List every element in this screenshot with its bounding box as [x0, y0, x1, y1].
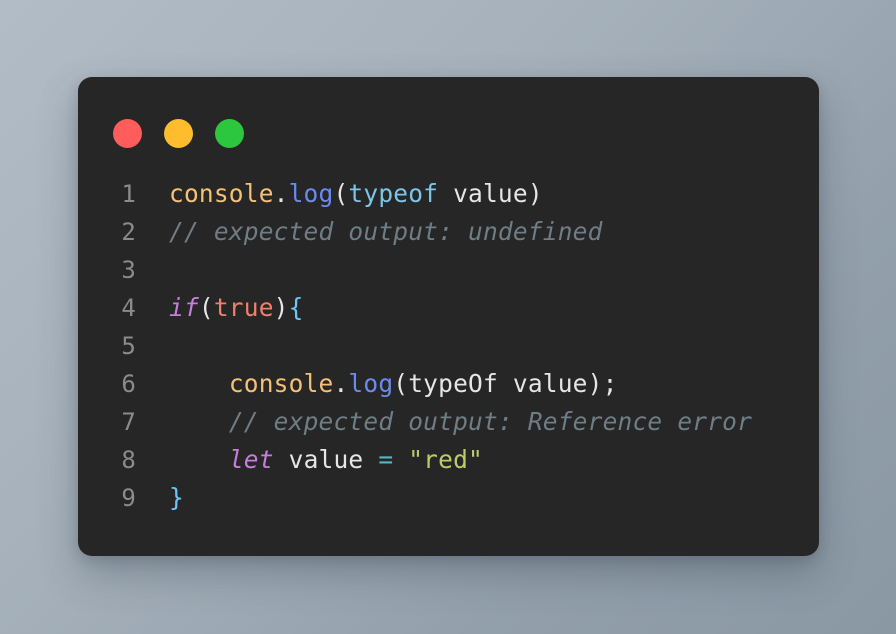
code-token: value: [273, 445, 379, 474]
minimize-window-button[interactable]: [164, 119, 193, 148]
code-editor-body[interactable]: 1 console.log(typeof value) 2// expected o…: [78, 175, 819, 517]
line-content: if(true){: [136, 289, 304, 327]
code-token: =: [378, 445, 394, 474]
code-token: ): [527, 179, 543, 208]
code-line[interactable]: 4 if(true){: [78, 289, 819, 327]
code-line[interactable]: 2 // expected output: undefined: [78, 213, 819, 251]
line-number: 2: [121, 218, 136, 246]
code-token: "red": [408, 445, 483, 474]
code-token: (: [333, 179, 349, 208]
line-number: 7: [121, 408, 136, 436]
code-token: typeof: [348, 179, 439, 208]
code-token: (: [198, 293, 214, 322]
line-number: 1: [121, 180, 136, 208]
code-token: log: [348, 369, 394, 398]
line-content: console.log(typeof value): [136, 175, 543, 213]
code-token: }: [169, 483, 184, 512]
code-line[interactable]: 9}: [78, 479, 819, 517]
line-number: 6: [121, 370, 136, 398]
maximize-window-button[interactable]: [215, 119, 244, 148]
code-token: log: [288, 179, 334, 208]
code-token: value: [438, 179, 528, 208]
code-token: // expected output: undefined: [169, 217, 603, 246]
line-number: 3: [121, 256, 136, 284]
code-line[interactable]: 7 // expected output: Reference error: [78, 403, 819, 441]
code-token: true: [213, 293, 274, 322]
code-token: ): [273, 293, 289, 322]
code-token: console: [228, 369, 334, 398]
code-line[interactable]: 8 let value = "red": [78, 441, 819, 479]
code-token: {: [288, 293, 304, 322]
code-line[interactable]: 3: [78, 251, 819, 289]
code-token: console: [169, 179, 274, 208]
line-number: 4: [121, 294, 136, 322]
code-token: if: [169, 293, 199, 322]
code-token: // expected output: Reference error: [228, 407, 753, 436]
line-content: let value = "red": [136, 441, 483, 479]
line-number: 9: [121, 484, 136, 512]
code-token: let: [228, 445, 274, 474]
window-controls: [113, 119, 244, 148]
line-number: 5: [121, 332, 136, 360]
code-token: (typeOf value);: [393, 369, 618, 398]
line-content: // expected output: Reference error: [136, 403, 752, 441]
close-window-button[interactable]: [113, 119, 142, 148]
code-line[interactable]: 5: [78, 327, 819, 365]
code-snippet-card: 1 console.log(typeof value) 2// expected o…: [78, 77, 819, 556]
code-token: .: [333, 369, 349, 398]
code-token: .: [273, 179, 289, 208]
line-content: // expected output: undefined: [136, 213, 603, 251]
line-number: 8: [121, 446, 136, 474]
line-content: console.log(typeOf value);: [136, 365, 618, 403]
line-content: }: [136, 479, 184, 517]
code-line[interactable]: 6 console.log(typeOf value);: [78, 365, 819, 403]
code-line[interactable]: 1 console.log(typeof value): [78, 175, 819, 213]
